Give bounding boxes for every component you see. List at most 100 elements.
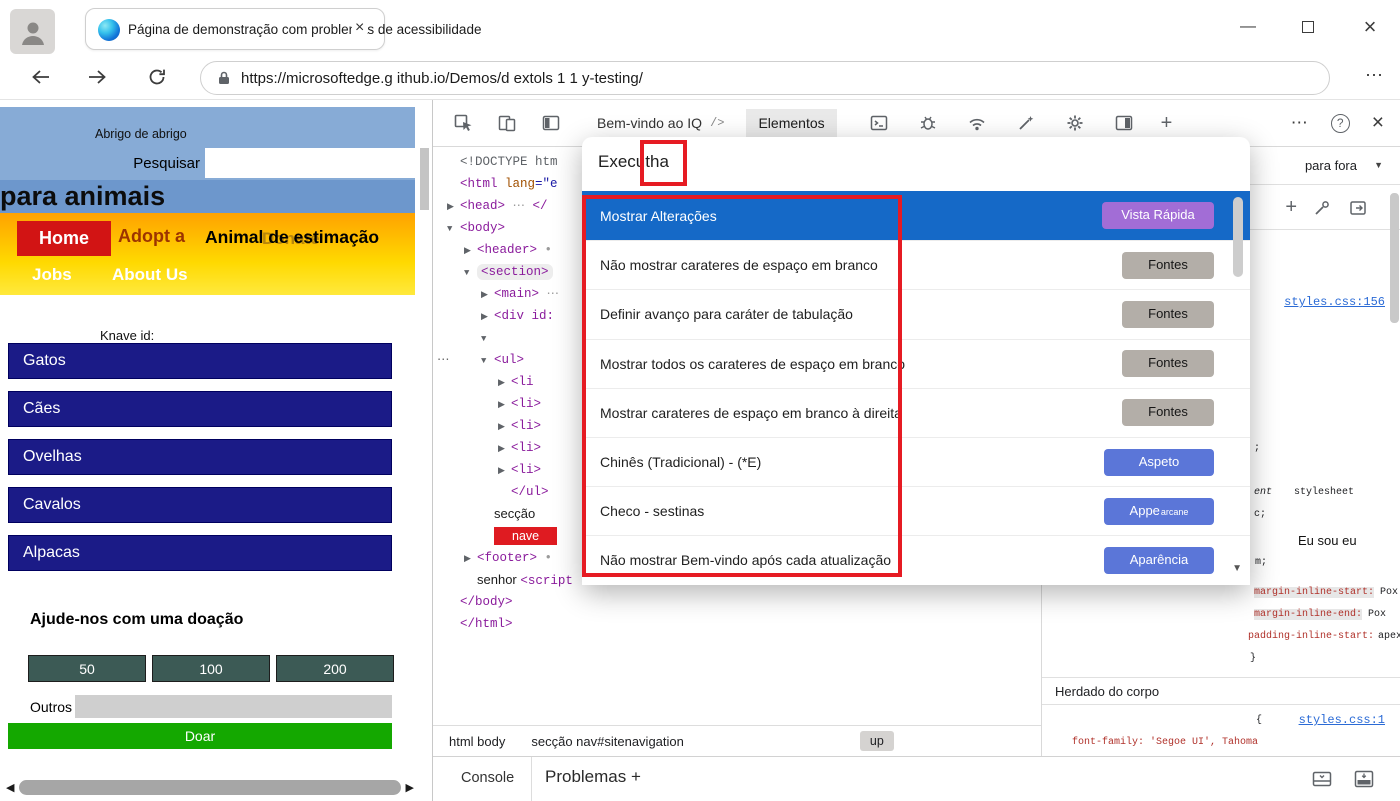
expand-arrow-icon[interactable]: ▼ — [464, 262, 477, 284]
amount-button[interactable]: 50 — [28, 655, 146, 682]
collapse-arrow-icon[interactable]: ▶ — [498, 372, 511, 394]
element-state-button[interactable] — [1313, 199, 1331, 217]
css-fragment: apex — [1378, 631, 1400, 642]
animal-button[interactable]: Alpacas — [8, 535, 392, 571]
breadcrumb-section-nav[interactable]: secção nav#sitenavigation — [531, 734, 684, 749]
tab-elements[interactable]: Elementos — [746, 109, 836, 137]
collapse-arrow-icon[interactable]: ▶ — [447, 196, 460, 218]
animal-button[interactable]: Gatos — [8, 343, 392, 379]
command-item[interactable]: Chinês (Tradicional) - (*E)Aspeto — [582, 437, 1250, 486]
dock-bottom-button[interactable] — [1353, 769, 1375, 789]
expand-arrow-icon[interactable]: ▼ — [481, 328, 494, 350]
donate-button[interactable]: Doar — [8, 723, 392, 749]
animal-button[interactable]: Cães — [8, 391, 392, 427]
css-fragment: } — [1250, 653, 1256, 664]
pet-link[interactable]: Animal de estimação — [205, 227, 379, 248]
devtools-menu-button[interactable]: ⋯ — [1291, 113, 1309, 133]
chevron-down-icon[interactable]: ▼ — [1374, 160, 1383, 170]
command-item[interactable]: Mostrar carateres de espaço em branco à … — [582, 388, 1250, 437]
about-link[interactable]: About Us — [112, 265, 188, 285]
css-fragment: margin-inline-end: — [1254, 609, 1362, 620]
stylesheet-link-1[interactable]: styles.css:1 — [1299, 713, 1385, 727]
browser-menu-button[interactable]: ⋯ — [1365, 65, 1384, 86]
command-item[interactable]: Não mostrar carateres de espaço em branc… — [582, 240, 1250, 289]
breadcrumb-html-body[interactable]: html body — [449, 734, 505, 749]
collapse-arrow-icon[interactable]: ▶ — [481, 284, 494, 306]
panel-layout-icon — [541, 113, 561, 133]
devtools-close-button[interactable]: × — [1372, 111, 1384, 135]
scroll-left-icon[interactable]: ◀ — [6, 781, 14, 794]
command-item[interactable]: Mostrar todos os carateres de espaço em … — [582, 339, 1250, 388]
amount-button[interactable]: 200 — [276, 655, 394, 682]
device-toolbar-button[interactable] — [495, 111, 519, 135]
page-horizontal-scrollbar[interactable]: ◀ ▶ — [6, 779, 414, 796]
tree-token: </body> — [460, 595, 513, 609]
panel-layout-button[interactable] — [539, 111, 563, 135]
profile-avatar[interactable] — [10, 9, 55, 54]
expand-arrow-icon[interactable]: ▼ — [481, 350, 494, 372]
collapse-arrow-icon[interactable]: ▶ — [498, 416, 511, 438]
command-label: Mostrar todos os carateres de espaço em … — [600, 356, 905, 372]
tab-console[interactable]: Console — [461, 770, 514, 786]
animal-button[interactable]: Ovelhas — [8, 439, 392, 475]
search-input[interactable] — [205, 148, 415, 178]
command-item[interactable]: Definir avanço para caráter de tabulação… — [582, 289, 1250, 338]
tab-welcome[interactable]: Bem-vindo ao IQ — [597, 115, 702, 131]
scroll-right-icon[interactable]: ▶ — [406, 781, 414, 794]
expand-arrow-icon[interactable]: ▼ — [447, 218, 460, 240]
dialog-scroll-down-icon[interactable]: ▼ — [1232, 563, 1242, 574]
address-bar[interactable]: https://microsoftedge.g ithub.io/Demos/d… — [200, 61, 1330, 95]
window-minimize-button[interactable]: — — [1236, 18, 1260, 36]
css-fragment: stylesheet — [1294, 487, 1354, 498]
tree-node[interactable]: </html> — [433, 613, 1041, 635]
tab-problems[interactable]: Problemas + — [545, 767, 641, 787]
command-item[interactable]: Mostrar AlteraçõesVista Rápida — [582, 191, 1250, 240]
collapse-arrow-icon[interactable]: ▶ — [498, 438, 511, 460]
add-tab-button[interactable]: + — [1161, 112, 1173, 135]
refresh-button[interactable] — [147, 67, 167, 87]
page-vertical-scrollbar[interactable] — [420, 148, 429, 210]
help-button[interactable]: ? — [1331, 114, 1350, 133]
stylesheet-link-156[interactable]: styles.css:156 — [1284, 295, 1385, 309]
browser-tab[interactable]: Página de demonstração com problemas de … — [85, 8, 385, 50]
css-fragment: Pox — [1380, 587, 1398, 598]
wand-button[interactable] — [1014, 111, 1038, 135]
network-button[interactable] — [965, 111, 989, 135]
dialog-scrollbar-thumb[interactable] — [1233, 197, 1243, 277]
dock-side-button[interactable] — [1112, 111, 1136, 135]
collapse-arrow-icon[interactable]: ▶ — [464, 548, 477, 570]
styles-filter-label[interactable]: para fora — [1305, 158, 1357, 173]
collapse-arrow-icon[interactable]: ▶ — [498, 394, 511, 416]
node-menu-icon[interactable]: ⋯ — [437, 349, 450, 371]
window-close-button[interactable]: × — [1358, 14, 1382, 40]
console-drawer-button[interactable] — [1311, 769, 1333, 789]
scrollbar-thumb[interactable] — [19, 780, 400, 795]
animal-button[interactable]: Cavalos — [8, 487, 392, 523]
drawer-icon — [1311, 769, 1333, 789]
command-item[interactable]: Checo - sestinasAppearcane — [582, 486, 1250, 535]
collapse-arrow-icon[interactable]: ▶ — [481, 306, 494, 328]
settings-button[interactable] — [1063, 111, 1087, 135]
window-maximize-button[interactable] — [1296, 21, 1320, 33]
amount-button[interactable]: 100 — [152, 655, 270, 682]
breadcrumb-up-button[interactable]: up — [860, 731, 894, 751]
debug-button[interactable] — [916, 111, 940, 135]
other-amount-input[interactable] — [75, 695, 392, 718]
jobs-link[interactable]: Jobs — [32, 265, 72, 285]
command-item[interactable]: Não mostrar Bem-vindo após cada atualiza… — [582, 535, 1250, 584]
css-fragment: c; — [1254, 509, 1266, 520]
adopt-link[interactable]: Adopt a — [118, 226, 185, 247]
tree-node[interactable]: </body> — [433, 591, 1041, 613]
home-link[interactable]: Home — [17, 221, 111, 256]
page-nav: Home Adopt a Donate Animal de estimação … — [0, 213, 415, 295]
styles-scrollbar-thumb[interactable] — [1390, 193, 1399, 323]
inspect-element-button[interactable] — [451, 111, 475, 135]
forward-button[interactable] — [86, 66, 108, 88]
tab-close-icon[interactable]: × — [352, 19, 367, 37]
back-button[interactable] — [30, 66, 52, 88]
new-style-rule-button[interactable]: + — [1285, 196, 1297, 219]
collapse-arrow-icon[interactable]: ▶ — [498, 460, 511, 482]
console-panel-button[interactable] — [867, 111, 891, 135]
computed-panel-button[interactable] — [1349, 199, 1367, 217]
collapse-arrow-icon[interactable]: ▶ — [464, 240, 477, 262]
